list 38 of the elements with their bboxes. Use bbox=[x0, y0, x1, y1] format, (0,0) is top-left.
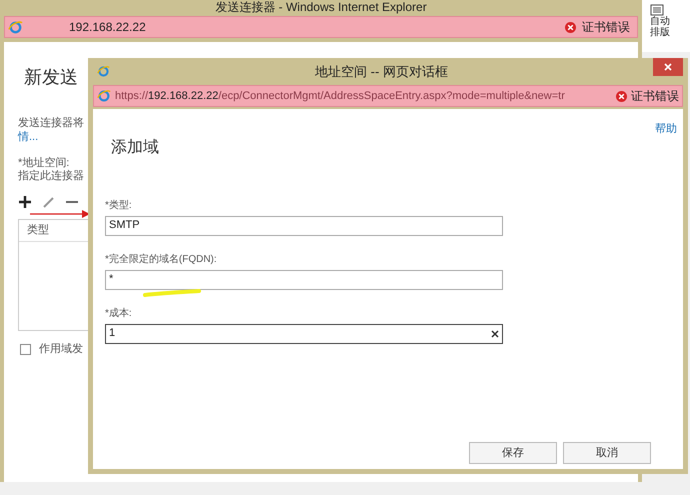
dialog-button[interactable]: 保存 bbox=[469, 442, 557, 464]
input-field[interactable]: SMTP bbox=[105, 216, 503, 236]
browser-icon bbox=[8, 20, 23, 34]
browser-icon bbox=[97, 89, 111, 103]
help-link[interactable]: 帮助 bbox=[655, 121, 677, 138]
close-icon bbox=[664, 63, 672, 71]
add-icon[interactable] bbox=[18, 195, 32, 209]
field-label: *类型: bbox=[105, 198, 133, 212]
arrow-annotation bbox=[30, 210, 90, 218]
input-field[interactable]: * bbox=[105, 270, 503, 290]
close-button[interactable] bbox=[653, 58, 684, 76]
url-text[interactable]: 192.168.22.22 bbox=[69, 18, 146, 36]
window-title: 发送连接器 - Windows Internet Explorer bbox=[215, 1, 427, 13]
remove-icon[interactable] bbox=[66, 200, 78, 204]
toolbar-label[interactable]: 自动排版 bbox=[650, 16, 674, 38]
pencil-icon[interactable] bbox=[42, 195, 56, 209]
url-text[interactable]: https://192.168.22.22/ecp/ConnectorMgmt/AddressSpaceEntry.aspx?mode=multiple&new=tr bbox=[115, 88, 565, 104]
description-text: 发送连接器将 bbox=[18, 117, 85, 131]
page-heading: 新发送 bbox=[24, 66, 78, 89]
field-label: *成本: bbox=[105, 306, 133, 320]
address-space-hint: 指定此连接器 bbox=[18, 170, 85, 184]
field-label: *完全限定的域名(FQDN): bbox=[105, 252, 218, 266]
dialog-heading: 添加域 bbox=[111, 138, 160, 158]
input-field[interactable]: 1 bbox=[105, 324, 503, 344]
document-icon[interactable] bbox=[650, 4, 664, 16]
cert-error-label[interactable]: 证书错误 bbox=[582, 18, 634, 36]
checkbox-label: 作用域发 bbox=[39, 342, 83, 357]
address-space-label: *地址空间: bbox=[18, 156, 70, 170]
error-icon bbox=[565, 22, 576, 32]
browser-icon bbox=[97, 65, 110, 78]
dialog-title: 地址空间 -- 网页对话框 bbox=[315, 62, 448, 81]
error-icon bbox=[616, 90, 627, 102]
dialog-button[interactable]: 取消 bbox=[563, 442, 651, 464]
clear-icon[interactable] bbox=[491, 330, 499, 338]
cert-error-label[interactable]: 证书错误 bbox=[631, 87, 679, 105]
highlight-mark bbox=[143, 289, 201, 297]
checkbox[interactable] bbox=[20, 344, 31, 355]
column-header[interactable]: 类型 bbox=[27, 222, 49, 239]
